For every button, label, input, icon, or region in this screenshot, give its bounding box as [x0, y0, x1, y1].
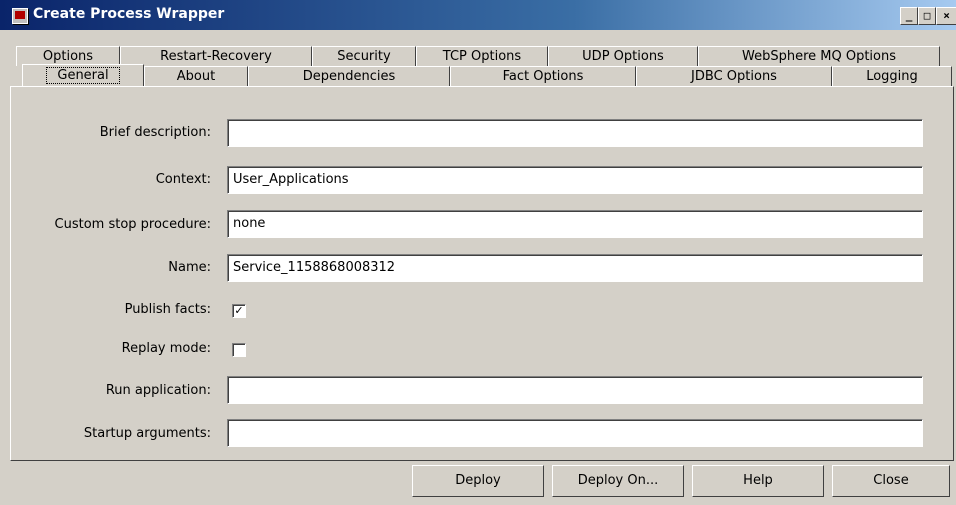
brief-description-field[interactable]	[227, 119, 923, 147]
custom-stop-procedure-label: Custom stop procedure:	[54, 217, 211, 232]
tab-tcp-options[interactable]: TCP Options	[416, 46, 548, 66]
tab-row-back: Options Restart-Recovery Security TCP Op…	[16, 46, 940, 66]
startup-arguments-field[interactable]	[227, 419, 923, 447]
help-button[interactable]: Help	[692, 465, 824, 497]
run-application-label: Run application:	[105, 383, 211, 398]
name-label: Name:	[168, 260, 211, 275]
deploy-button[interactable]: Deploy	[412, 465, 544, 497]
deploy-on-button[interactable]: Deploy On...	[552, 465, 684, 497]
run-application-field[interactable]	[227, 376, 923, 404]
tab-logging[interactable]: Logging	[832, 66, 952, 86]
context-label: Context:	[155, 172, 211, 187]
name-field[interactable]: Service_1158868008312	[227, 254, 923, 282]
startup-arguments-label: Startup arguments:	[83, 426, 211, 441]
window-title: Create Process Wrapper	[33, 6, 225, 22]
tab-restart-recovery[interactable]: Restart-Recovery	[120, 46, 312, 66]
tab-row-front: General About Dependencies Fact Options …	[14, 64, 952, 86]
tab-fact-options[interactable]: Fact Options	[450, 66, 636, 86]
tab-jdbc-options[interactable]: JDBC Options	[636, 66, 832, 86]
tab-security[interactable]: Security	[312, 46, 416, 66]
tab-udp-options[interactable]: UDP Options	[548, 46, 698, 66]
custom-stop-procedure-field[interactable]: none	[227, 210, 923, 238]
tab-about[interactable]: About	[144, 66, 248, 86]
title-bar: Create Process Wrapper _ □ ×	[0, 0, 956, 30]
close-button[interactable]: Close	[832, 465, 950, 497]
tab-options[interactable]: Options	[16, 46, 120, 66]
close-window-button[interactable]: ×	[936, 7, 956, 25]
brief-description-label: Brief description:	[99, 125, 211, 140]
replay-mode-label: Replay mode:	[121, 341, 211, 356]
context-field[interactable]: User_Applications	[227, 166, 923, 194]
tab-websphere-mq-options[interactable]: WebSphere MQ Options	[698, 46, 940, 66]
publish-facts-checkbox[interactable]: ✓	[232, 304, 246, 318]
minimize-button[interactable]: _	[900, 7, 918, 25]
maximize-button[interactable]: □	[918, 7, 936, 25]
replay-mode-checkbox[interactable]	[232, 343, 246, 357]
tab-dependencies[interactable]: Dependencies	[248, 66, 450, 86]
publish-facts-label: Publish facts:	[124, 302, 211, 317]
tab-general[interactable]: General	[22, 64, 144, 86]
app-icon[interactable]	[12, 8, 28, 24]
